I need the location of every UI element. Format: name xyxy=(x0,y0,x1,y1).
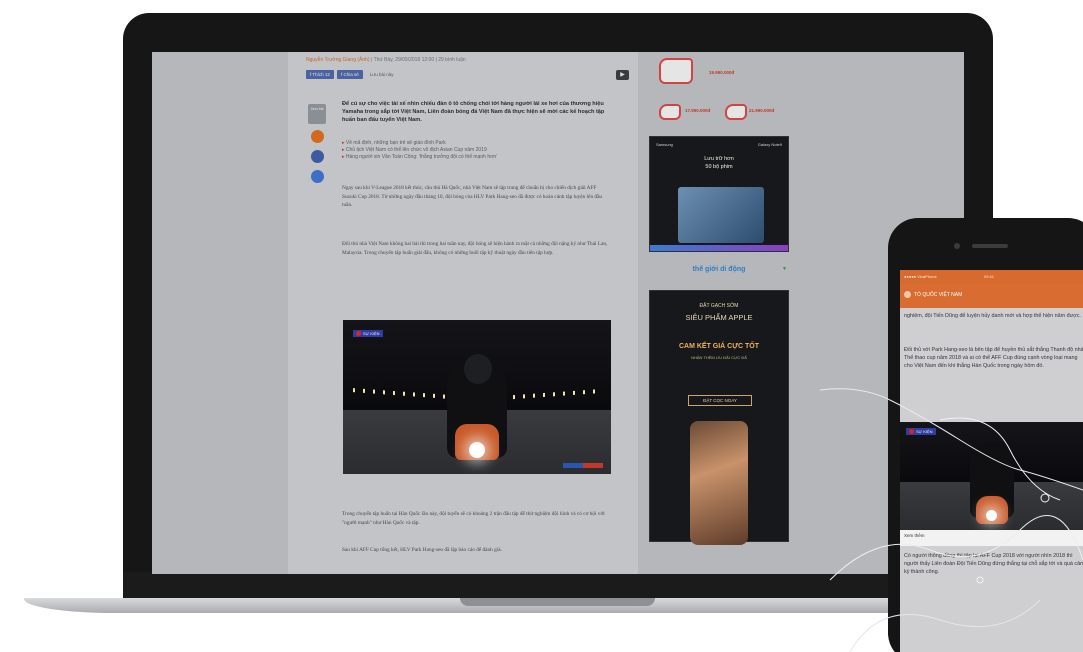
ad-headline-line: 50 bộ phim xyxy=(705,164,733,170)
article-paragraph: Ngay sau khi V-League 2018 kết thúc, cầu… xyxy=(342,185,603,208)
phone-status-bar: ●●●●● VinaPhone 09:41 xyxy=(900,270,1083,284)
share-icon[interactable] xyxy=(310,170,324,183)
phone-paragraph: Đối thủ với Park Hang-seo là bên tập để … xyxy=(904,347,1083,369)
ad-brand: Samsung xyxy=(656,142,673,147)
ad-footer-band xyxy=(650,245,788,251)
scooter-image[interactable] xyxy=(659,58,693,84)
ad-phone-image xyxy=(678,187,764,243)
related-link[interactable]: Chủ tịch Việt Nam có thể lên chức vô địc… xyxy=(342,147,610,154)
article-meta-details: | Thứ Bảy, 29/09/2018 12:00 | 29 bình lu… xyxy=(369,57,466,63)
related-link[interactable]: Hàng người xin Văn Toàn Công: 'thằng trư… xyxy=(342,154,610,161)
preorder-button[interactable]: ĐẶT CỌC NGAY xyxy=(688,395,752,406)
comment-icon[interactable] xyxy=(310,130,324,143)
scooter-price[interactable]: 19.990.000đ xyxy=(709,70,734,75)
ad-line: NHẬN THÊM ƯU ĐÃI CỰC ĐÃ xyxy=(691,355,747,360)
phone-nav-title: TỔ QUỐC VIỆT NAM xyxy=(914,292,963,298)
samsung-ad[interactable]: Samsung Galaxy Note9 Lưu trữ hơn 50 bộ p… xyxy=(649,136,789,252)
article-lead: Để cú sự cho việc tài xế nhìn chiếu đàn … xyxy=(342,101,605,123)
related-link[interactable]: Về mã định, những bạn trẻ sẽ giáo đình P… xyxy=(342,140,610,147)
photo-logo xyxy=(563,463,603,468)
facebook-share-button[interactable]: f Chia sẻ xyxy=(336,70,363,79)
facebook-icon[interactable] xyxy=(310,150,324,163)
phone-paragraph: nghiệm, đội Tiến Dũng để luyện hủy danh … xyxy=(904,313,1081,319)
article-paragraph: Sau khi AFF Cup tổng kết, HLV Park Hang-… xyxy=(342,547,502,553)
scooter-price[interactable]: 21.990.000đ xyxy=(749,108,774,113)
ad-headline: Lưu trữ hơn 50 bộ phim xyxy=(650,155,788,171)
carrier: ●●●●● VinaPhone xyxy=(904,274,937,279)
laptop-notch xyxy=(460,598,655,606)
tgdd-logo[interactable]: thế giới di động xyxy=(649,266,789,286)
scooter-image[interactable] xyxy=(725,104,747,120)
ad-headline-line: Lưu trữ hơn xyxy=(704,156,734,162)
phone-nav-bar: TỔ QUỐC VIỆT NAM xyxy=(900,284,1083,308)
article-column: Nguyễn Trường Giang (Ảnh) | Thứ Bảy, 29/… xyxy=(288,52,638,574)
ad-choice-icon[interactable]: ▼ xyxy=(782,266,787,272)
article-paragraph: Đổi thủ nhà Việt Nam không hai bài thì t… xyxy=(342,241,608,256)
phone-camera xyxy=(954,243,960,249)
photo-badge: SỰ KIỆN xyxy=(353,330,383,337)
related-links: Về mã định, những bạn trẻ sẽ giáo đình P… xyxy=(342,140,610,161)
article-paragraph: Trong chuyến tập huấn tại Hàn Quốc lần n… xyxy=(342,511,605,526)
article-meta: Nguyễn Trường Giang (Ảnh) | Thứ Bảy, 29/… xyxy=(306,57,466,63)
helmet xyxy=(464,354,492,384)
video-icon[interactable]: ▶ xyxy=(616,70,629,80)
ad-line: CAM KẾT GIÁ CỰC TỐT xyxy=(678,343,760,350)
view-article-button[interactable]: Xem bài xyxy=(308,104,326,124)
article-photo[interactable]: SỰ KIỆN xyxy=(343,320,611,474)
article-source[interactable]: Nguyễn Trường Giang (Ảnh) xyxy=(306,57,370,63)
ad-model: Galaxy Note9 xyxy=(757,142,782,147)
ad-line: ĐẶT GẠCH SỚM xyxy=(699,303,739,309)
status-time: 09:41 xyxy=(984,274,995,279)
ad-line: SIÊU PHẨM APPLE xyxy=(685,313,753,322)
apple-ad[interactable]: ĐẶT GẠCH SỚM SIÊU PHẨM APPLE CAM KẾT GIÁ… xyxy=(649,290,789,545)
save-article-link[interactable]: Lưu bài này xyxy=(370,72,394,77)
iphone-image xyxy=(690,421,748,545)
facebook-like-button[interactable]: f Thích 12 xyxy=(306,70,334,79)
scooter-image[interactable] xyxy=(659,104,681,120)
right-column-ads: 19.990.000đ 17.990.000đ 21.990.000đ Sams… xyxy=(649,52,789,574)
scooter-price[interactable]: 17.990.000đ xyxy=(685,108,710,113)
share-row: f Thích 12 f Chia sẻ Lưu bài này xyxy=(306,70,393,79)
side-tools: Xem bài xyxy=(308,104,326,190)
menu-icon[interactable] xyxy=(904,291,911,298)
decorative-line-art xyxy=(820,388,1083,652)
phone-speaker xyxy=(972,244,1008,248)
headlamp xyxy=(469,442,485,458)
